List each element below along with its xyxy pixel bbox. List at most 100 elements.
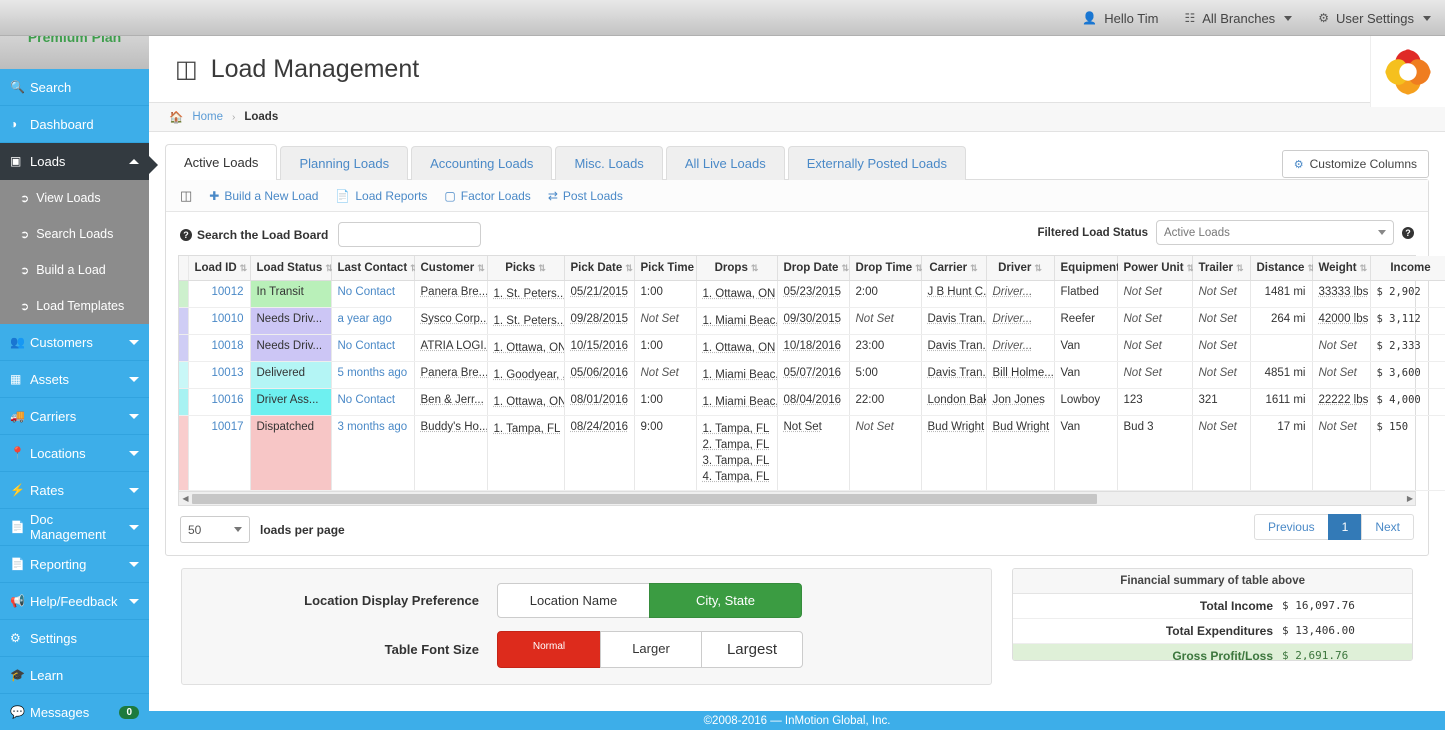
sidebar-item-loads[interactable]: ▣ Loads: [0, 143, 158, 180]
sidebar-item-help-feedback[interactable]: 📢 Help/Feedback: [0, 583, 149, 620]
col-driver[interactable]: Driver ⇅: [986, 256, 1055, 281]
sidebar-item-dashboard[interactable]: ◑ Dashboard: [0, 106, 149, 143]
col-drop-time[interactable]: Drop Time ⇅: [849, 256, 923, 281]
table-row[interactable]: 10017 Dispatched 3 months ago Buddy's Ho...…: [179, 415, 1445, 491]
sidebar-item-doc-management[interactable]: 📄 Doc Management: [0, 509, 149, 546]
page-header: ◫ Load Management: [149, 36, 1445, 107]
load-reports-button[interactable]: 📄 Load Reports: [335, 189, 427, 203]
scrollbar-thumb[interactable]: [192, 493, 1097, 504]
sidebar-item-settings[interactable]: ⚙ Settings: [0, 620, 149, 657]
tab-externally-posted-loads[interactable]: Externally Posted Loads: [787, 146, 966, 180]
sidebar-item-build-a-load[interactable]: ➲ Build a Load: [0, 252, 149, 288]
sidebar-item-search-loads[interactable]: ➲ Search Loads: [0, 216, 149, 252]
col-equipment[interactable]: Equipment⇅: [1054, 256, 1130, 281]
col-drops[interactable]: Drops ⇅: [696, 256, 778, 281]
factor-loads-button[interactable]: ▢ Factor Loads: [444, 189, 530, 203]
col-customer[interactable]: Customer ⇅: [414, 256, 488, 281]
cell-pick-date: 09/28/2015: [564, 307, 635, 335]
col-pick-date[interactable]: Pick Date ⇅: [564, 256, 635, 281]
tab-misc-loads[interactable]: Misc. Loads: [555, 146, 663, 180]
sidebar-item-reporting[interactable]: 📄 Reporting: [0, 546, 149, 583]
help-circle-icon[interactable]: ?: [180, 228, 192, 241]
sidebar-item-view-loads[interactable]: ➲ View Loads: [0, 180, 149, 216]
customize-columns-button[interactable]: ⚙ Customize Columns: [1281, 150, 1429, 178]
table-row[interactable]: 10018 Needs Driv... No Contact ATRIA LOGI..…: [179, 334, 1445, 362]
graduation-cap-icon: 🎓: [10, 668, 25, 682]
table-row[interactable]: 10016 Driver Ass... No Contact Ben & Jerr..…: [179, 388, 1445, 416]
financial-row-gross-profit-loss: Gross Profit/Loss $ 2,691.76: [1013, 644, 1412, 660]
table-cell-line: 1. Miami Beac...: [702, 315, 777, 327]
table-cell-line: 1. Ottawa, ON: [493, 342, 564, 354]
cell-equipment: Reefer: [1054, 307, 1118, 335]
cell-load-id: 10016: [188, 388, 251, 416]
table-row[interactable]: 10010 Needs Driv... a year ago Sysco Corp..…: [179, 307, 1445, 335]
filtered-load-status-select[interactable]: Active Loads: [1156, 220, 1394, 245]
build-a-new-load-button[interactable]: ✚ Build a New Load: [209, 189, 318, 203]
col-label: Equipment: [1060, 262, 1120, 274]
table-font-size-button-group: Normal Larger Largest: [497, 631, 803, 668]
scroll-right-icon[interactable]: ▶: [1407, 494, 1413, 503]
sidebar-item-search[interactable]: 🔍 Search: [0, 69, 149, 106]
col-drop-date[interactable]: Drop Date ⇅: [777, 256, 850, 281]
col-last-contact[interactable]: Last Contact⇅: [331, 256, 418, 281]
col-power-unit[interactable]: Power Unit ⇅: [1117, 256, 1194, 281]
cell-drop-time: Not Set: [849, 415, 922, 491]
sidebar-item-locations[interactable]: 📍 Locations: [0, 435, 149, 472]
table-row[interactable]: 10012 In Transit No Contact Panera Bre... 1.…: [179, 280, 1445, 308]
table-row[interactable]: 10013 Delivered 5 months ago Panera Bre... 1…: [179, 361, 1445, 389]
chevron-down-icon: [129, 413, 139, 419]
cell-load-id: 10017: [188, 415, 251, 491]
cell-power-unit: 123: [1117, 388, 1193, 416]
cell-trailer: Not Set: [1192, 415, 1251, 491]
financial-value: $ 16,097.76: [1282, 599, 1355, 612]
grid-view-icon[interactable]: ◫: [180, 188, 192, 204]
topnav-item-user-settings[interactable]: ⚙ User Settings: [1318, 11, 1431, 26]
cell-pick-time: 1:00: [634, 388, 697, 416]
location-name-button[interactable]: Location Name: [497, 583, 650, 618]
col-carrier[interactable]: Carrier ⇅: [921, 256, 987, 281]
col-distance[interactable]: Distance⇅: [1250, 256, 1315, 281]
pager-next-button[interactable]: Next: [1361, 514, 1414, 540]
col-income[interactable]: Income: [1370, 256, 1445, 281]
tab-planning-loads[interactable]: Planning Loads: [280, 146, 409, 180]
breadcrumb-home[interactable]: Home: [192, 111, 223, 123]
font-larger-button[interactable]: Larger: [600, 631, 702, 668]
topnav-item-all-branches[interactable]: ☷ All Branches: [1184, 11, 1293, 26]
pager-previous-button[interactable]: Previous: [1253, 514, 1329, 540]
sidebar-item-carriers[interactable]: 🚚 Carriers: [0, 398, 149, 435]
table-horizontal-scrollbar[interactable]: ◀ ▶: [178, 491, 1416, 506]
pager-page-1-button[interactable]: 1: [1327, 514, 1363, 540]
sidebar-item-learn[interactable]: 🎓 Learn: [0, 657, 149, 694]
cell-drop-date: Not Set: [777, 415, 850, 491]
scroll-left-icon[interactable]: ◀: [179, 494, 192, 503]
search-input[interactable]: [338, 222, 482, 247]
loads-per-page-select[interactable]: 50: [180, 516, 250, 543]
tab-all-live-loads[interactable]: All Live Loads: [665, 146, 785, 180]
loads-table: Load ID⇅ Load Status⇅ Last Contact⇅ Cust…: [179, 256, 1445, 491]
city-state-button[interactable]: City, State: [649, 583, 802, 618]
sidebar-subitem-label: Load Templates: [36, 299, 125, 313]
col-load-status[interactable]: Load Status ⇅: [250, 256, 333, 281]
font-normal-button[interactable]: Normal: [497, 631, 601, 668]
col-picks[interactable]: Picks ⇅: [487, 256, 565, 281]
help-circle-icon[interactable]: ?: [1402, 226, 1414, 239]
col-weight[interactable]: Weight ⇅: [1312, 256, 1371, 281]
col-trailer[interactable]: Trailer ⇅: [1192, 256, 1251, 281]
cell-pick-time: 1:00: [634, 280, 697, 308]
sidebar-item-rates[interactable]: ⚡ Rates: [0, 472, 149, 509]
post-loads-button[interactable]: ⇄ Post Loads: [548, 189, 623, 203]
table-cell-line: 2. Tampa, FL: [702, 439, 770, 451]
tab-accounting-loads[interactable]: Accounting Loads: [411, 146, 553, 180]
toolbar-label: Post Loads: [562, 188, 623, 203]
sidebar-item-messages[interactable]: 💬 Messages 0: [0, 693, 149, 730]
sidebar-item-assets[interactable]: ▦ Assets: [0, 361, 149, 398]
sidebar-item-customers[interactable]: 👥 Customers: [0, 324, 149, 361]
sidebar-item-load-templates[interactable]: ➲ Load Templates: [0, 288, 149, 324]
cell-drops: 1. Ottawa, ON: [696, 280, 778, 308]
topnav-item-hello-tim[interactable]: 👤 Hello Tim: [1082, 11, 1158, 26]
col-load-id[interactable]: Load ID ⇅: [188, 256, 251, 281]
home-icon[interactable]: 🏠: [169, 110, 183, 124]
col-pick-time[interactable]: Pick Time⇅: [634, 256, 705, 281]
tab-active-loads[interactable]: Active Loads: [165, 144, 278, 180]
font-largest-button[interactable]: Largest: [701, 631, 803, 668]
